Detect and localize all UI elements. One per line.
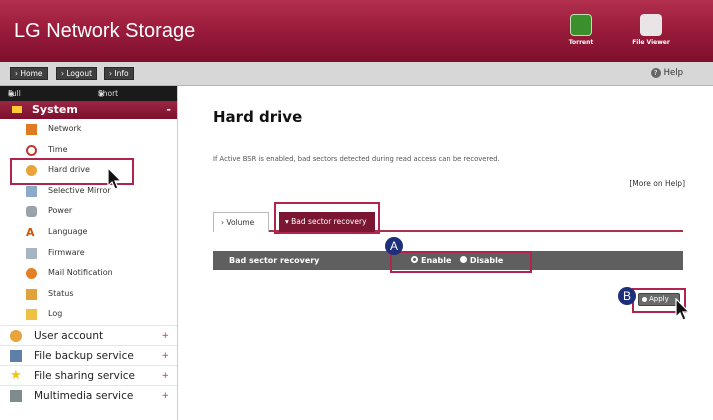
category-file-backup[interactable]: File backup service + — [0, 344, 177, 365]
log-icon — [26, 309, 37, 321]
sidebar-item-status[interactable]: Status — [0, 284, 177, 305]
full-menu-tab[interactable]: Full Menu ◉ — [8, 86, 29, 113]
info-label: Info — [114, 69, 129, 78]
power-icon — [26, 206, 37, 218]
page-title: Hard drive — [213, 108, 303, 126]
system-label: System — [32, 103, 78, 116]
sidebar-item-label: Status — [48, 288, 74, 298]
highlight-bsr-tab — [274, 202, 380, 234]
help-icon: ? — [650, 68, 661, 78]
network-icon — [26, 124, 37, 135]
sidebar-item-mail-notification[interactable]: Mail Notification — [0, 263, 177, 284]
toolbar: › Home › Logout › Info ? Help — [0, 62, 713, 86]
category-label: Multimedia service — [34, 389, 134, 402]
home-label: Home — [20, 69, 43, 78]
system-icon — [12, 106, 22, 113]
home-button[interactable]: › Home — [10, 67, 48, 80]
sidebar: Full Menu ◉ Short Menu ◉ System - Networ… — [0, 86, 178, 420]
file-viewer-label: File Viewer — [632, 39, 670, 46]
category-label: File sharing service — [34, 369, 135, 382]
expand-icon: + — [161, 370, 169, 381]
sidebar-item-power[interactable]: Power — [0, 201, 177, 222]
status-icon — [26, 288, 37, 300]
expand-icon: + — [161, 390, 169, 401]
collapse-icon: - — [166, 103, 171, 116]
help-label: Help — [663, 68, 683, 78]
sidebar-item-network[interactable]: Network — [0, 119, 177, 140]
sidebar-item-firmware[interactable]: Firmware — [0, 243, 177, 264]
sidebar-item-label: Mail Notification — [48, 268, 113, 278]
short-menu-tab[interactable]: Short Menu ◉ — [98, 86, 119, 113]
app-header: LG Network Storage Torrent File Viewer — [0, 0, 713, 62]
firmware-icon — [26, 247, 37, 259]
cursor-icon — [675, 298, 691, 321]
category-multimedia[interactable]: Multimedia service + — [0, 384, 177, 405]
logout-button[interactable]: › Logout — [56, 67, 98, 80]
backup-icon — [10, 349, 22, 362]
language-icon: A — [26, 225, 35, 239]
category-file-sharing[interactable]: ★ File sharing service + — [0, 364, 177, 385]
brand-title: LG Network Storage — [14, 20, 196, 42]
more-help-link[interactable]: [More on Help] — [629, 179, 685, 188]
help-link[interactable]: ? Help — [650, 68, 683, 78]
clock-icon — [26, 144, 37, 156]
cursor-icon — [107, 167, 123, 190]
tab-volume-label: Volume — [226, 218, 255, 227]
star-icon: ★ — [10, 367, 22, 383]
category-label: File backup service — [34, 349, 134, 362]
sidebar-item-language[interactable]: A Language — [0, 222, 177, 243]
logout-label: Logout — [66, 69, 93, 78]
file-viewer-app[interactable]: File Viewer — [626, 14, 676, 46]
menu-tabs: Full Menu ◉ Short Menu ◉ — [0, 86, 177, 113]
mail-icon — [26, 268, 37, 280]
bsr-label: Bad sector recovery — [229, 256, 320, 265]
sidebar-system-header[interactable]: System - — [0, 101, 177, 119]
marker-a: A — [385, 237, 403, 255]
category-label: User account — [34, 329, 104, 342]
torrent-icon — [570, 14, 592, 36]
torrent-label: Torrent — [568, 39, 594, 46]
expand-icon: + — [161, 350, 169, 361]
sidebar-item-label: Firmware — [48, 247, 85, 257]
sidebar-item-label: Power — [48, 206, 73, 216]
multimedia-icon — [10, 389, 22, 402]
sidebar-item-label: Selective Mirror — [48, 185, 111, 195]
tab-volume[interactable]: › Volume — [213, 212, 269, 232]
sidebar-item-log[interactable]: Log — [0, 304, 177, 325]
file-viewer-icon — [640, 14, 662, 36]
sidebar-item-label: Network — [48, 124, 82, 133]
info-button[interactable]: › Info — [104, 67, 134, 80]
expand-icon: + — [161, 330, 169, 341]
mirror-icon — [26, 185, 37, 197]
marker-b: B — [618, 287, 636, 305]
page-description: If Active BSR is enabled, bad sectors de… — [213, 155, 500, 163]
sidebar-item-label: Time — [48, 144, 68, 154]
sidebar-item-label: Log — [48, 309, 63, 319]
sidebar-item-label: Language — [48, 226, 88, 236]
user-icon — [10, 329, 22, 342]
torrent-app[interactable]: Torrent — [556, 14, 606, 46]
category-user-account[interactable]: User account + — [0, 324, 177, 345]
highlight-enable — [390, 251, 532, 273]
